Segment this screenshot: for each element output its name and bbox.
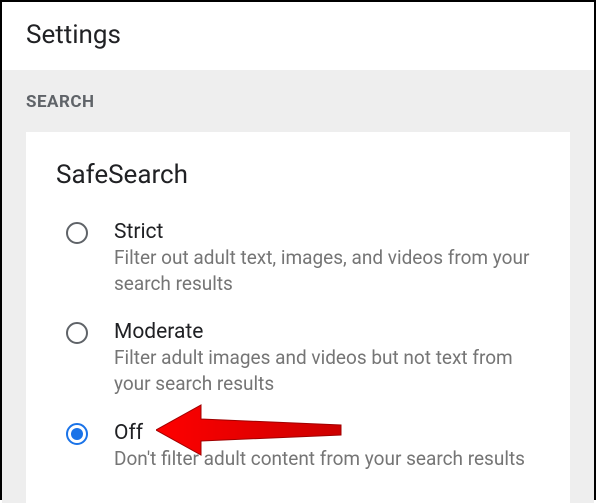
option-text: Strict Filter out adult text, images, an… [114,220,540,296]
option-moderate[interactable]: Moderate Filter adult images and videos … [26,308,570,408]
header: Settings [2,2,594,70]
radio-icon[interactable] [66,423,88,445]
option-off[interactable]: Off Don't filter adult content from your… [26,409,570,484]
option-label: Strict [114,220,540,244]
section-label: SEARCH [2,70,594,132]
option-text: Off Don't filter adult content from your… [114,421,540,472]
option-text: Moderate Filter adult images and videos … [114,320,540,396]
option-description: Don't filter adult content from your sea… [114,446,540,472]
option-label: Off [114,421,540,445]
card-title: SafeSearch [26,132,570,208]
option-label: Moderate [114,320,540,344]
option-strict[interactable]: Strict Filter out adult text, images, an… [26,208,570,308]
radio-icon[interactable] [66,322,88,344]
radio-icon[interactable] [66,222,88,244]
search-section: SEARCH SafeSearch Strict Filter out adul… [2,70,594,503]
page-title: Settings [26,20,570,50]
option-description: Filter out adult text, images, and video… [114,245,540,296]
option-description: Filter adult images and videos but not t… [114,345,540,396]
safesearch-card: SafeSearch Strict Filter out adult text,… [26,132,570,503]
